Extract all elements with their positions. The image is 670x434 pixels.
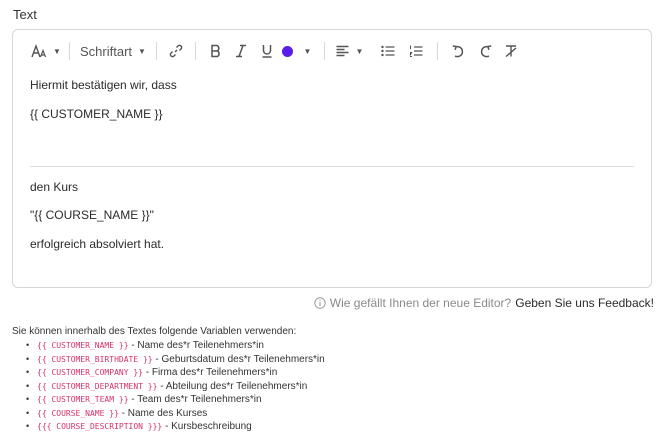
toolbar-separator: [323, 42, 325, 60]
editor-paragraph: erfolgreich absolviert hat.: [30, 237, 165, 251]
horizontal-rule: [30, 166, 634, 167]
chevron-down-icon: ▼: [303, 46, 312, 56]
field-label: Text: [13, 7, 37, 22]
chevron-down-icon: ▼: [53, 46, 61, 56]
info-icon: [314, 297, 326, 309]
font-size-dropdown[interactable]: ▼: [31, 39, 61, 63]
variable-description: - Abteilung des*r Teilenehmers*in: [157, 380, 308, 392]
font-family-dropdown[interactable]: Schriftart ▼: [78, 39, 148, 63]
bold-icon: [211, 44, 220, 58]
italic-button[interactable]: [228, 39, 254, 63]
variable-code: {{{ COURSE_DESCRIPTION }}}: [37, 422, 163, 431]
list-item: {{ CUSTOMER_BIRTHDATE }} - Geburtsdatum …: [26, 353, 325, 367]
feedback-row: Wie gefällt Ihnen der neue Editor? Geben…: [314, 296, 654, 310]
font-size-icon: [31, 44, 47, 58]
editor-paragraph: Hiermit bestätigen wir, dass: [30, 78, 177, 92]
variable-description: - Firma des*r Teilenehmers*in: [142, 367, 278, 378]
underline-icon: [262, 45, 272, 58]
editor-paragraph: den Kurs: [30, 180, 79, 194]
variable-code: {{ CUSTOMER_COMPANY }}: [37, 368, 143, 377]
variables-list: {{ CUSTOMER_NAME }} - Name des*r Teilene…: [26, 339, 325, 434]
variable-code: {{ CUSTOMER_NAME }}: [37, 341, 129, 350]
toolbar-separator: [194, 42, 196, 60]
feedback-link[interactable]: Geben Sie uns Feedback!: [515, 296, 654, 310]
variable-description: - Name des Kurses: [118, 407, 208, 419]
variable-description: - Geburtsdatum des*r Teilenehmers*in: [152, 353, 325, 365]
chevron-down-icon: ▼: [138, 46, 146, 56]
editor-toolbar: ▼ Schriftart ▼ ▼ ▼: [13, 30, 651, 72]
toolbar-separator: [155, 42, 157, 60]
numbered-list-button[interactable]: [403, 39, 429, 63]
font-family-label: Schriftart: [80, 43, 133, 59]
bullet-list-button[interactable]: [373, 39, 403, 63]
variable-code: {{ COURSE_NAME }}: [37, 408, 119, 418]
list-item: {{ CUSTOMER_TEAM }} - Team des*r Teilene…: [26, 393, 325, 407]
undo-button[interactable]: [446, 39, 472, 63]
bullet-list-icon: [381, 45, 395, 57]
list-item: {{ COURSE_NAME }} - Name des Kurses: [26, 407, 325, 421]
clear-formatting-button[interactable]: [498, 39, 524, 63]
redo-button[interactable]: [472, 39, 498, 63]
variable-code: {{ CUSTOMER_DEPARTMENT }}: [37, 381, 158, 391]
clear-formatting-icon: [505, 45, 517, 58]
list-item: {{ CUSTOMER_DEPARTMENT }} - Abteilung de…: [26, 380, 325, 394]
toolbar-separator: [436, 42, 438, 60]
italic-icon: [235, 44, 246, 58]
redo-icon: [480, 44, 492, 57]
editor-paragraph: {{ CUSTOMER_NAME }}: [30, 107, 163, 121]
list-item: {{ CUSTOMER_COMPANY }} - Firma des*r Tei…: [26, 366, 325, 380]
numbered-list-icon: [409, 45, 423, 57]
underline-button[interactable]: [254, 39, 280, 63]
rich-text-editor: ▼ Schriftart ▼ ▼ ▼ Hiermit bestätigen wi…: [12, 29, 652, 288]
feedback-question: Wie gefällt Ihnen der neue Editor?: [329, 296, 512, 310]
align-dropdown[interactable]: ▼: [333, 39, 367, 63]
align-left-icon: [336, 45, 349, 57]
color-swatch-icon: [282, 45, 294, 57]
chevron-down-icon: ▼: [355, 46, 364, 56]
variables-intro: Sie können innerhalb des Textes folgende…: [12, 326, 297, 337]
bold-button[interactable]: [204, 39, 228, 63]
editor-paragraph: "{{ COURSE_NAME }}": [30, 208, 154, 222]
variable-description: - Kursbeschreibung: [162, 421, 252, 432]
toolbar-separator: [69, 42, 70, 60]
link-button[interactable]: [165, 39, 187, 63]
list-item: {{ CUSTOMER_NAME }} - Name des*r Teilene…: [26, 339, 325, 353]
variable-code: {{ CUSTOMER_BIRTHDATE }}: [37, 354, 153, 364]
list-item: {{{ COURSE_DESCRIPTION }}} - Kursbeschre…: [26, 420, 325, 434]
undo-icon: [452, 44, 464, 57]
text-color-dropdown[interactable]: ▼: [280, 39, 314, 63]
link-icon: [169, 44, 183, 58]
variable-description: - Team des*r Teilenehmers*in: [128, 394, 262, 405]
variable-code: {{ CUSTOMER_TEAM }}: [37, 395, 129, 404]
variable-description: - Name des*r Teilenehmers*in: [128, 340, 264, 351]
